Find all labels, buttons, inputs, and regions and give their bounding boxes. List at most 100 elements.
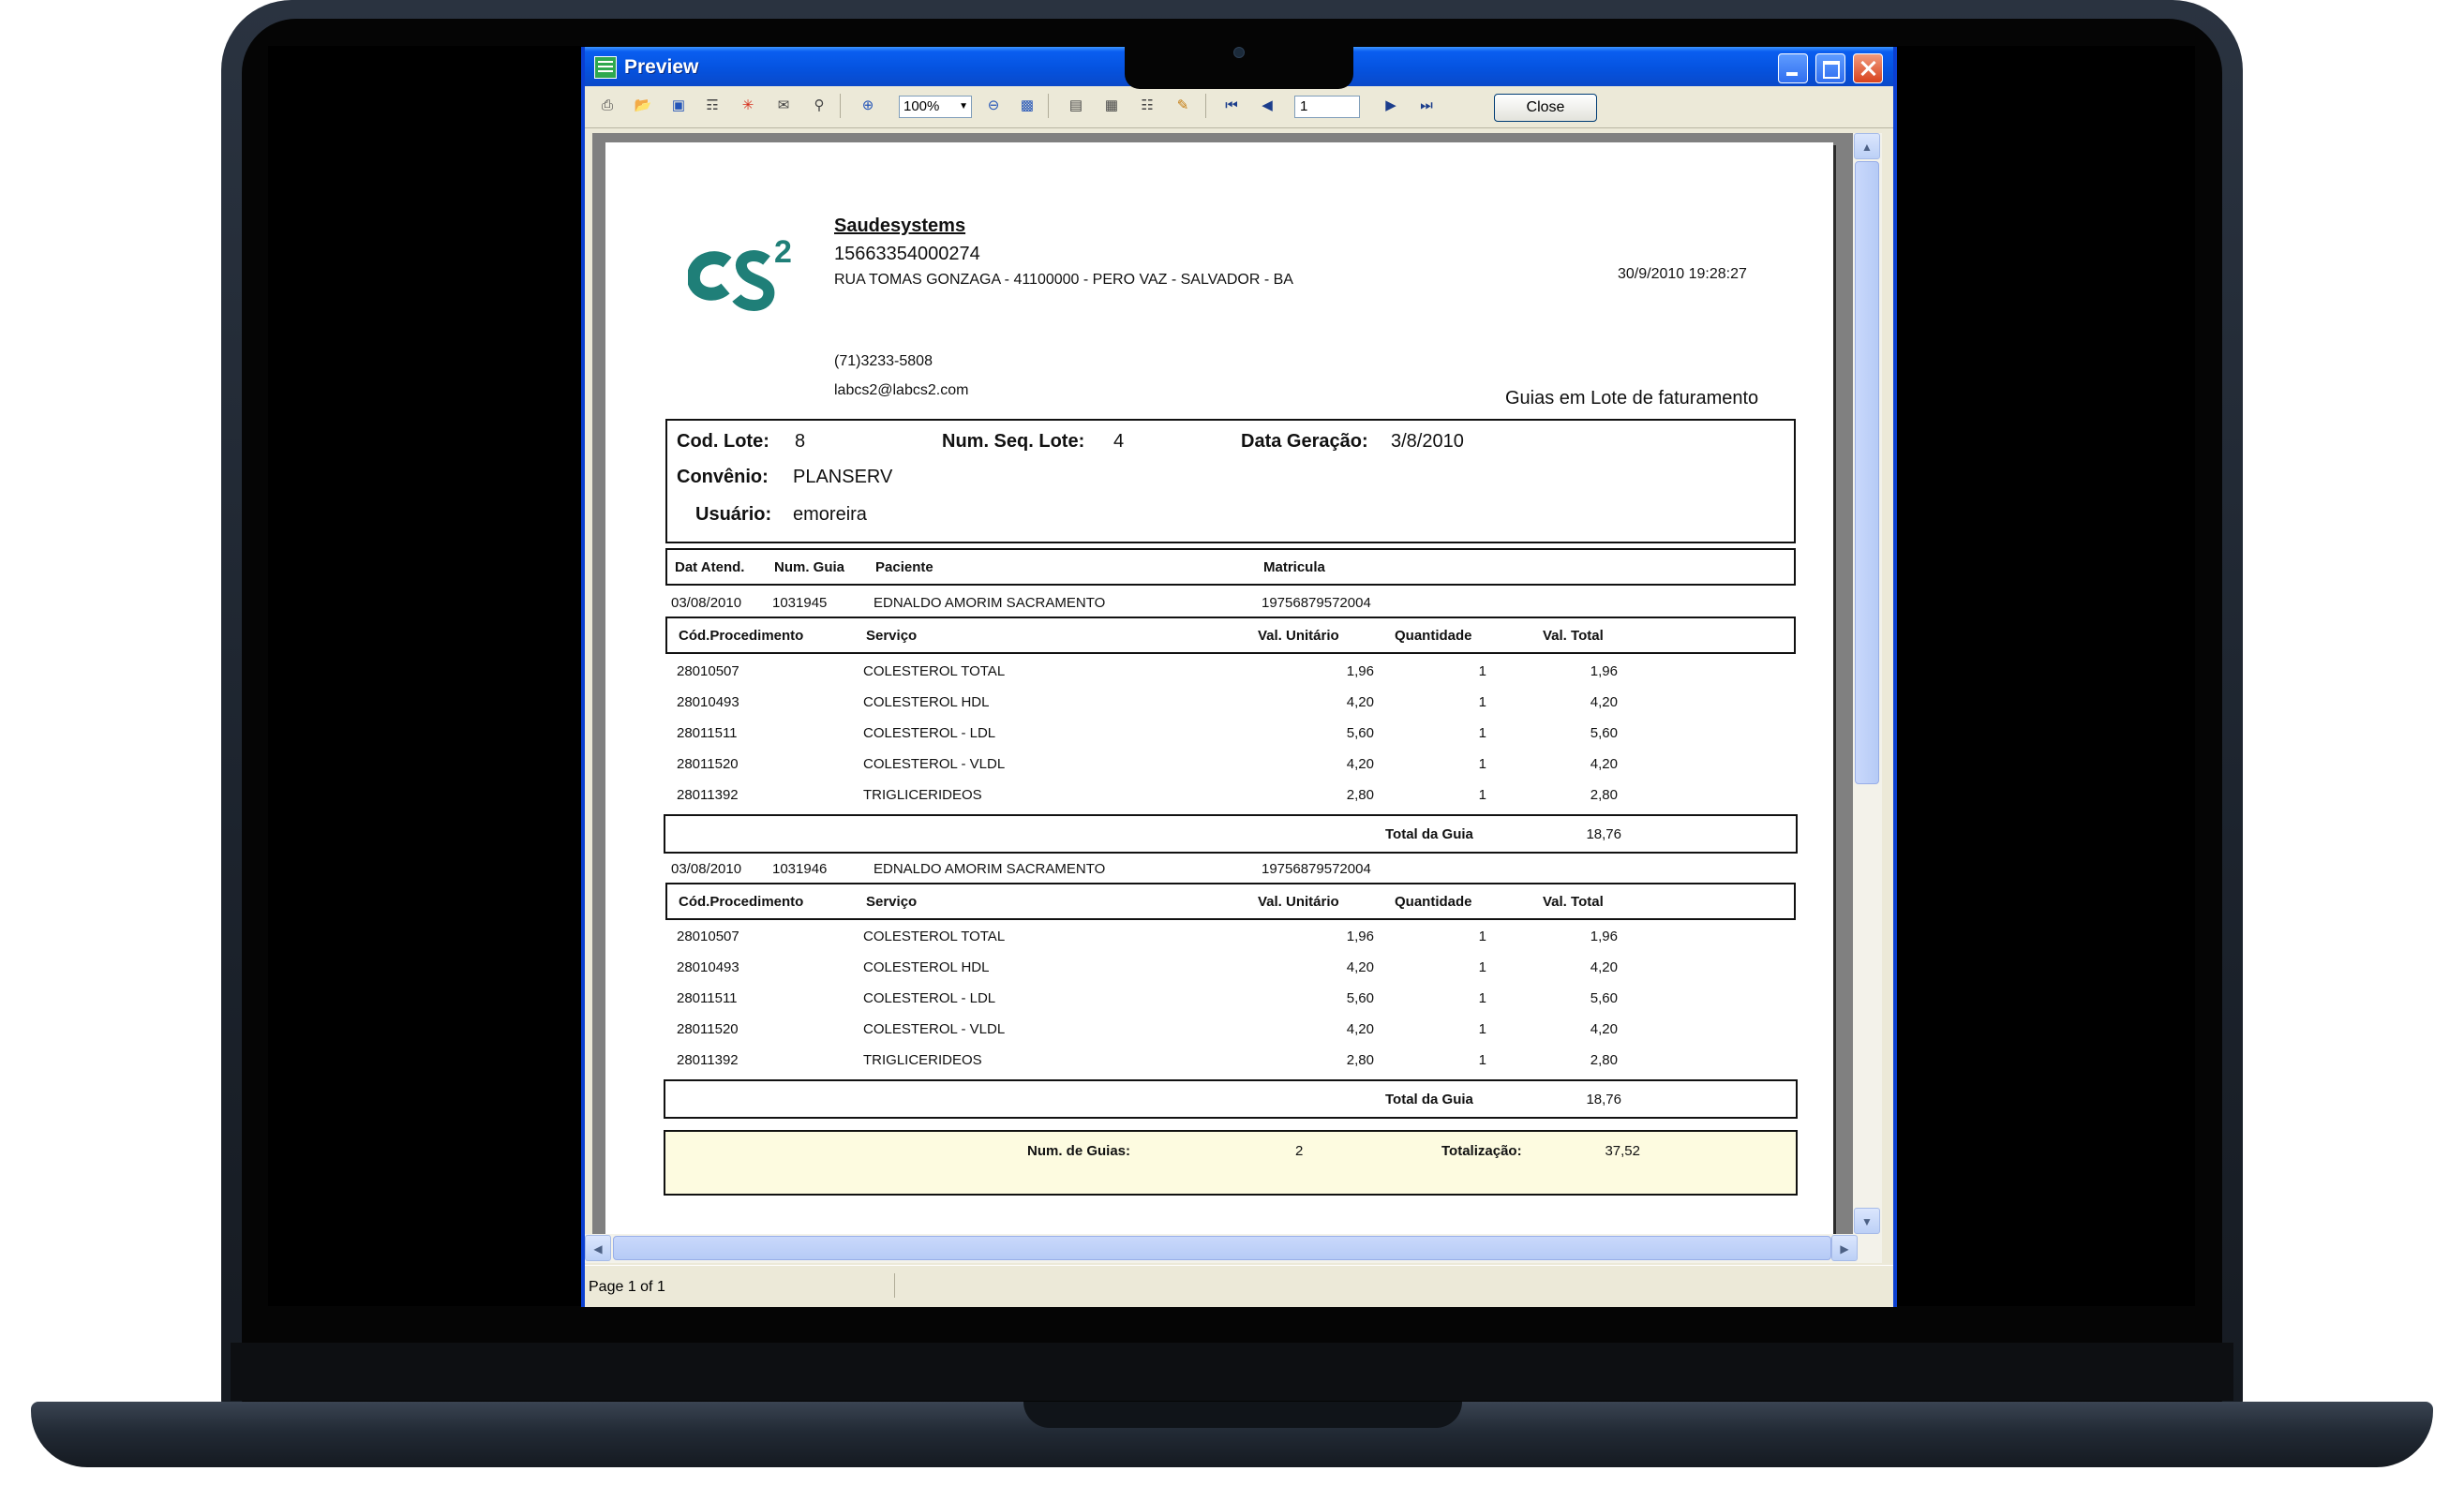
pdf-icon[interactable]: ✳ <box>737 96 759 116</box>
chevron-down-icon: ▼ <box>959 101 968 111</box>
save-icon[interactable]: ▣ <box>667 96 690 116</box>
item-total-value: 4,20 <box>1590 959 1618 975</box>
item-total-value: 5,60 <box>1590 990 1618 1006</box>
usuario-value: emoreira <box>793 504 867 525</box>
item-unit-value: 4,20 <box>1346 959 1374 975</box>
edit-icon[interactable]: ✎ <box>1172 96 1194 116</box>
guia-total-row: Total da Guia 18,76 <box>664 1079 1798 1119</box>
col-val-total: Val. Total <box>1543 628 1604 644</box>
company-phone: (71)3233-5808 <box>834 353 933 369</box>
item-total-value: 5,60 <box>1590 725 1618 741</box>
open-icon[interactable]: 📂 <box>632 96 654 116</box>
company-address: RUA TOMAS GONZAGA - 41100000 - PERO VAZ … <box>834 272 1293 288</box>
item-code: 28010507 <box>677 929 739 944</box>
guia-total-row: Total da Guia 18,76 <box>664 814 1798 854</box>
email-icon[interactable]: ✉ <box>772 96 795 116</box>
data-geracao-label: Data Geração: <box>1241 431 1368 452</box>
prev-page-icon[interactable]: ◀ <box>1256 96 1278 116</box>
item-quantity: 1 <box>1478 990 1486 1006</box>
guia-number: 1031945 <box>772 595 828 611</box>
col-val-unitario: Val. Unitário <box>1258 628 1339 644</box>
col-dat-atend: Dat Atend. <box>675 559 745 575</box>
summary-box: Num. de Guias: 2 Totalização: 37,52 <box>664 1130 1798 1196</box>
item-unit-value: 1,96 <box>1346 929 1374 944</box>
guia-total-value: 18,76 <box>1586 1092 1621 1107</box>
find-icon[interactable]: ⚲ <box>808 96 830 116</box>
item-service: COLESTEROL TOTAL <box>863 929 1006 944</box>
item-code: 28011511 <box>677 725 738 741</box>
item-unit-value: 1,96 <box>1346 663 1374 679</box>
zoom-value: 100% <box>903 98 940 114</box>
fit-page-icon[interactable]: ▩ <box>1016 96 1038 116</box>
col-cod-procedimento: Cód.Procedimento <box>679 628 804 644</box>
item-service: COLESTEROL - VLDL <box>863 1021 1006 1037</box>
col-servico: Serviço <box>866 628 918 644</box>
item-quantity: 1 <box>1478 959 1486 975</box>
item-unit-value: 5,60 <box>1346 725 1374 741</box>
item-quantity: 1 <box>1478 756 1486 772</box>
usuario-label: Usuário: <box>695 504 772 525</box>
zoom-in-icon[interactable]: ⊕ <box>857 96 879 116</box>
item-unit-value: 5,60 <box>1346 990 1374 1006</box>
first-page-icon[interactable]: ⏮ <box>1220 96 1243 116</box>
toolbar: ⎙ 📂 ▣ ☶ ✳ ✉ ⚲ ⊕ 100% ▼ ⊖ ▩ ▤ ▦ ☷ ✎ ⏮ ◀ 1… <box>585 86 1893 128</box>
guia-number: 1031946 <box>772 861 828 877</box>
cod-lote-label: Cod. Lote: <box>677 431 769 452</box>
item-quantity: 1 <box>1478 929 1486 944</box>
item-unit-value: 2,80 <box>1346 1052 1374 1068</box>
export-icon[interactable]: ☶ <box>701 96 724 116</box>
page-number-input[interactable]: 1 <box>1294 96 1360 118</box>
horizontal-scrollbar[interactable]: ◀ ▶ <box>585 1234 1882 1263</box>
print-icon[interactable]: ⎙ <box>596 96 619 116</box>
zoom-select[interactable]: 100% ▼ <box>899 96 972 118</box>
item-unit-value: 4,20 <box>1346 756 1374 772</box>
vertical-scroll-thumb[interactable] <box>1855 161 1879 784</box>
item-total-value: 1,96 <box>1590 929 1618 944</box>
report-page: 2 Saudesystems 15663354000274 RUA TOMAS … <box>605 142 1833 1234</box>
last-page-icon[interactable]: ⏭ <box>1415 96 1438 116</box>
item-unit-value: 4,20 <box>1346 1021 1374 1037</box>
convenio-label: Convênio: <box>677 467 769 487</box>
zoom-out-icon[interactable]: ⊖ <box>982 96 1005 116</box>
item-service: COLESTEROL - LDL <box>863 725 996 741</box>
single-page-icon[interactable]: ▤ <box>1065 96 1087 116</box>
item-total-value: 4,20 <box>1590 694 1618 710</box>
item-header-row: Cód.Procedimento Serviço Val. Unitário Q… <box>665 617 1796 654</box>
guia-total-label: Total da Guia <box>1385 826 1473 842</box>
maximize-button[interactable] <box>1815 53 1845 83</box>
chevron-left-icon[interactable]: ◀ <box>585 1235 611 1261</box>
window-title: Preview <box>624 56 699 78</box>
next-page-icon[interactable]: ▶ <box>1380 96 1402 116</box>
status-divider <box>894 1273 895 1298</box>
item-total-value: 2,80 <box>1590 787 1618 803</box>
svg-text:2: 2 <box>774 234 792 270</box>
horizontal-scroll-thumb[interactable] <box>613 1236 1831 1260</box>
laptop-hinge-notch <box>1023 1402 1462 1428</box>
item-total-value: 1,96 <box>1590 663 1618 679</box>
toolbar-separator <box>1205 94 1206 118</box>
item-service: TRIGLICERIDEOS <box>863 787 982 803</box>
chevron-up-icon[interactable]: ▲ <box>1854 133 1880 159</box>
num-seq-value: 4 <box>1113 431 1125 452</box>
close-button[interactable]: Close <box>1494 94 1597 122</box>
chevron-right-icon[interactable]: ▶ <box>1831 1235 1858 1261</box>
camera-icon <box>1233 47 1245 58</box>
chevron-down-icon[interactable]: ▼ <box>1854 1208 1880 1234</box>
vertical-scrollbar[interactable]: ▲ ▼ <box>1853 133 1882 1234</box>
minimize-button[interactable] <box>1778 53 1808 83</box>
item-unit-value: 2,80 <box>1346 787 1374 803</box>
window-close-button[interactable] <box>1853 53 1883 83</box>
item-service: COLESTEROL - VLDL <box>863 756 1006 772</box>
toolbar-separator <box>840 94 841 118</box>
page-status: Page 1 of 1 <box>589 1279 665 1295</box>
col-num-guia: Num. Guia <box>774 559 845 575</box>
book-icon[interactable]: ☷ <box>1136 96 1158 116</box>
item-code: 28011392 <box>677 1052 739 1068</box>
col-servico: Serviço <box>866 894 918 910</box>
report-timestamp: 30/9/2010 19:28:27 <box>1618 266 1747 282</box>
page-number-value: 1 <box>1300 98 1308 114</box>
item-total-value: 4,20 <box>1590 1021 1618 1037</box>
col-matricula: Matricula <box>1263 559 1325 575</box>
camera-notch <box>1125 46 1353 89</box>
multi-page-icon[interactable]: ▦ <box>1100 96 1123 116</box>
